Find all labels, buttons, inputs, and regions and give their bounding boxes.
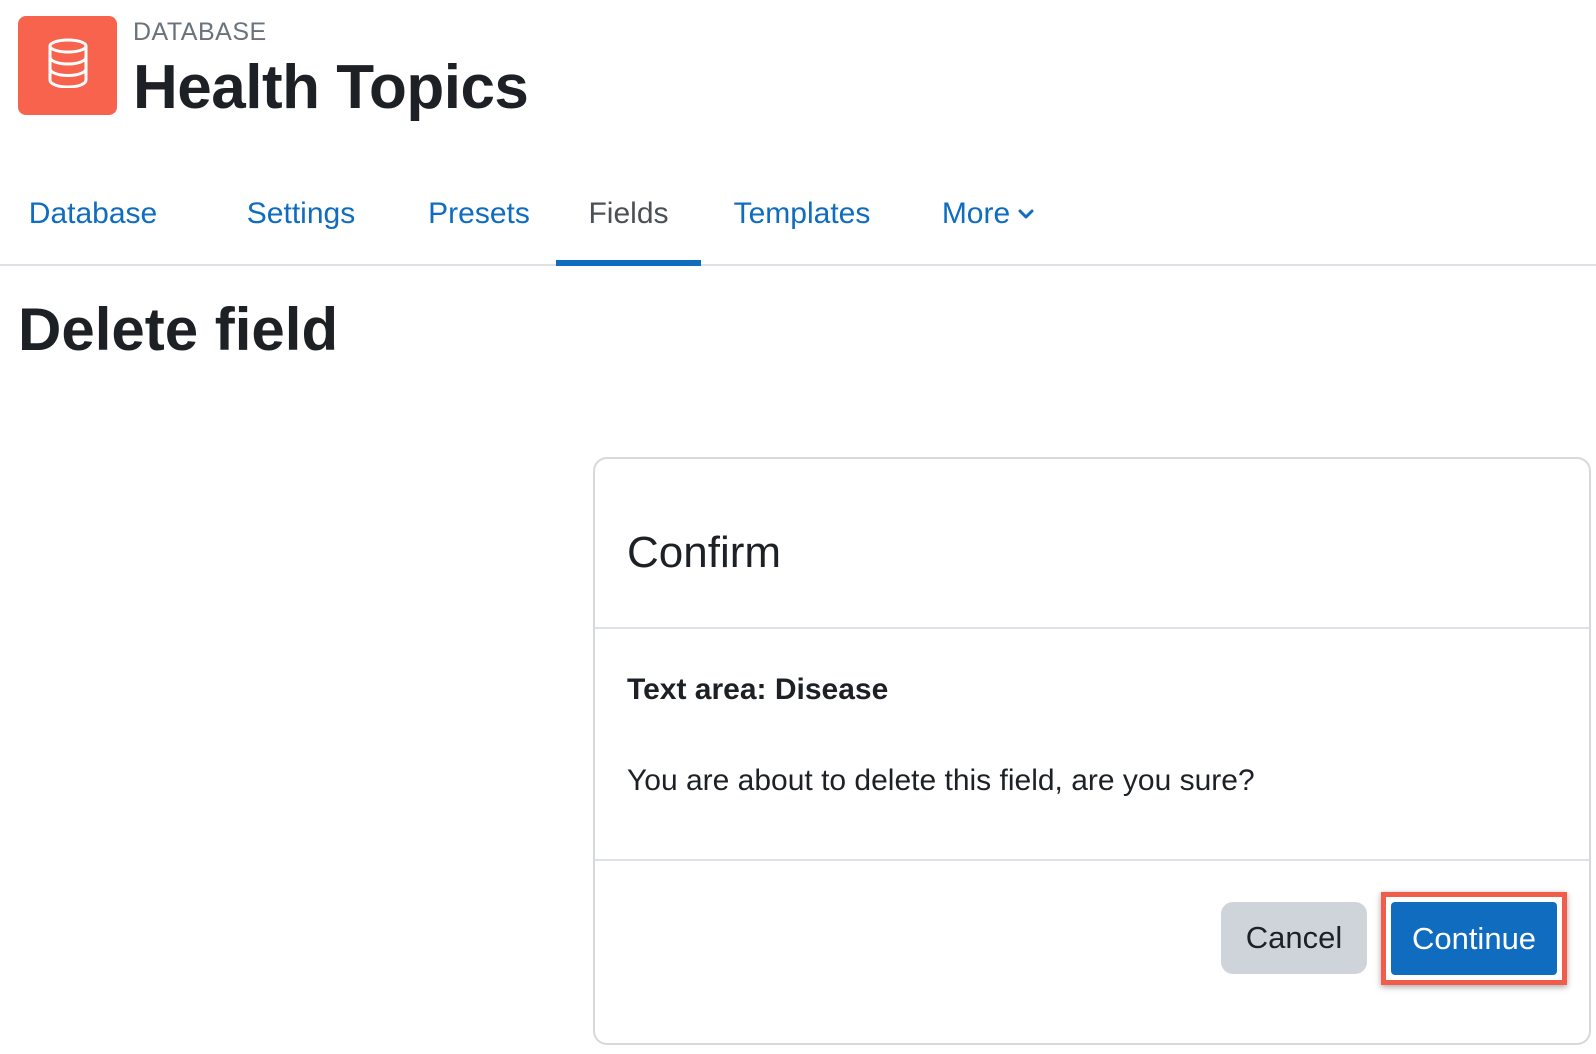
tab-templates[interactable]: Templates <box>722 164 882 264</box>
tab-label: Presets <box>428 197 530 230</box>
page: DATABASE Health Topics Database Settings… <box>0 0 1596 1054</box>
tab-more[interactable]: More <box>928 164 1048 264</box>
cancel-button[interactable]: Cancel <box>1221 902 1367 974</box>
tab-presets[interactable]: Presets <box>413 164 545 264</box>
continue-button-highlight: Continue <box>1381 892 1567 985</box>
page-title: Delete field <box>18 296 339 363</box>
tab-database[interactable]: Database <box>18 164 168 264</box>
activity-type-label: DATABASE <box>133 18 267 46</box>
confirm-dialog-header: Confirm <box>595 459 1589 629</box>
field-name: Text area: Disease <box>627 673 889 706</box>
confirm-dialog-body: Text area: Disease You are about to dele… <box>595 629 1589 861</box>
tab-fields[interactable]: Fields <box>556 164 701 266</box>
activity-header-text: DATABASE Health Topics <box>133 16 529 122</box>
tab-label: Settings <box>246 197 356 230</box>
activity-header: DATABASE Health Topics <box>18 16 529 122</box>
secondary-navigation: Database Settings Presets Fields Templat… <box>0 164 1596 266</box>
tab-label: More <box>941 197 1011 230</box>
confirm-dialog-footer: Cancel Continue <box>595 861 1589 1043</box>
database-icon <box>46 38 90 93</box>
tab-settings[interactable]: Settings <box>231 164 371 264</box>
continue-button[interactable]: Continue <box>1391 902 1557 975</box>
chevron-down-icon <box>1018 209 1034 220</box>
tab-label: Fields <box>588 197 669 230</box>
confirm-dialog: Confirm Text area: Disease You are about… <box>593 457 1591 1045</box>
tab-label: Templates <box>733 197 871 230</box>
activity-name: Health Topics <box>133 53 529 122</box>
activity-icon-tile <box>18 16 117 115</box>
confirm-message: You are about to delete this field, are … <box>627 764 1255 797</box>
confirm-dialog-title: Confirm <box>627 528 782 577</box>
tab-label: Database <box>28 197 158 230</box>
